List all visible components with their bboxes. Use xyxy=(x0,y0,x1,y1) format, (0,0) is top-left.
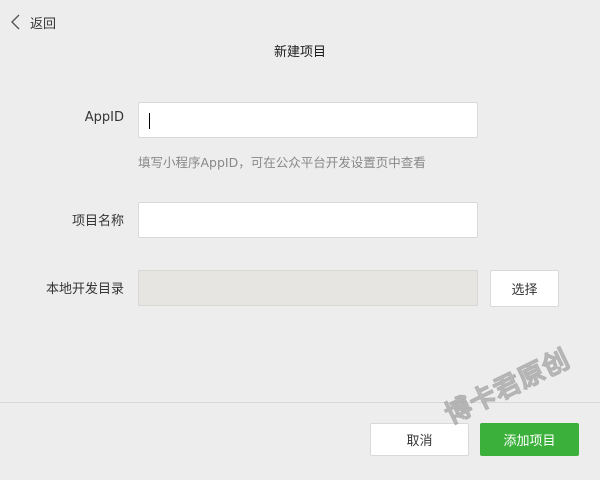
cancel-button[interactable]: 取消 xyxy=(370,423,469,456)
project-name-label: 项目名称 xyxy=(71,214,124,229)
choose-directory-button[interactable]: 选择 xyxy=(490,270,559,307)
appid-label: AppID xyxy=(84,110,124,125)
project-name-input[interactable] xyxy=(138,202,478,238)
appid-hint: 填写小程序AppID，可在公众平台开发设置页中查看 xyxy=(138,155,426,170)
page-title: 新建项目 xyxy=(273,45,326,60)
add-project-button[interactable]: 添加项目 xyxy=(480,423,579,456)
local-dir-input xyxy=(138,270,478,306)
local-dir-label: 本地开发目录 xyxy=(45,282,124,297)
watermark: 博卡君原创 xyxy=(440,344,576,431)
chevron-left-icon xyxy=(10,13,24,31)
appid-input[interactable] xyxy=(138,102,478,138)
back-label: 返回 xyxy=(30,16,57,32)
back-button[interactable]: 返回 xyxy=(10,12,56,32)
text-cursor xyxy=(149,113,150,129)
footer-divider xyxy=(0,402,600,403)
